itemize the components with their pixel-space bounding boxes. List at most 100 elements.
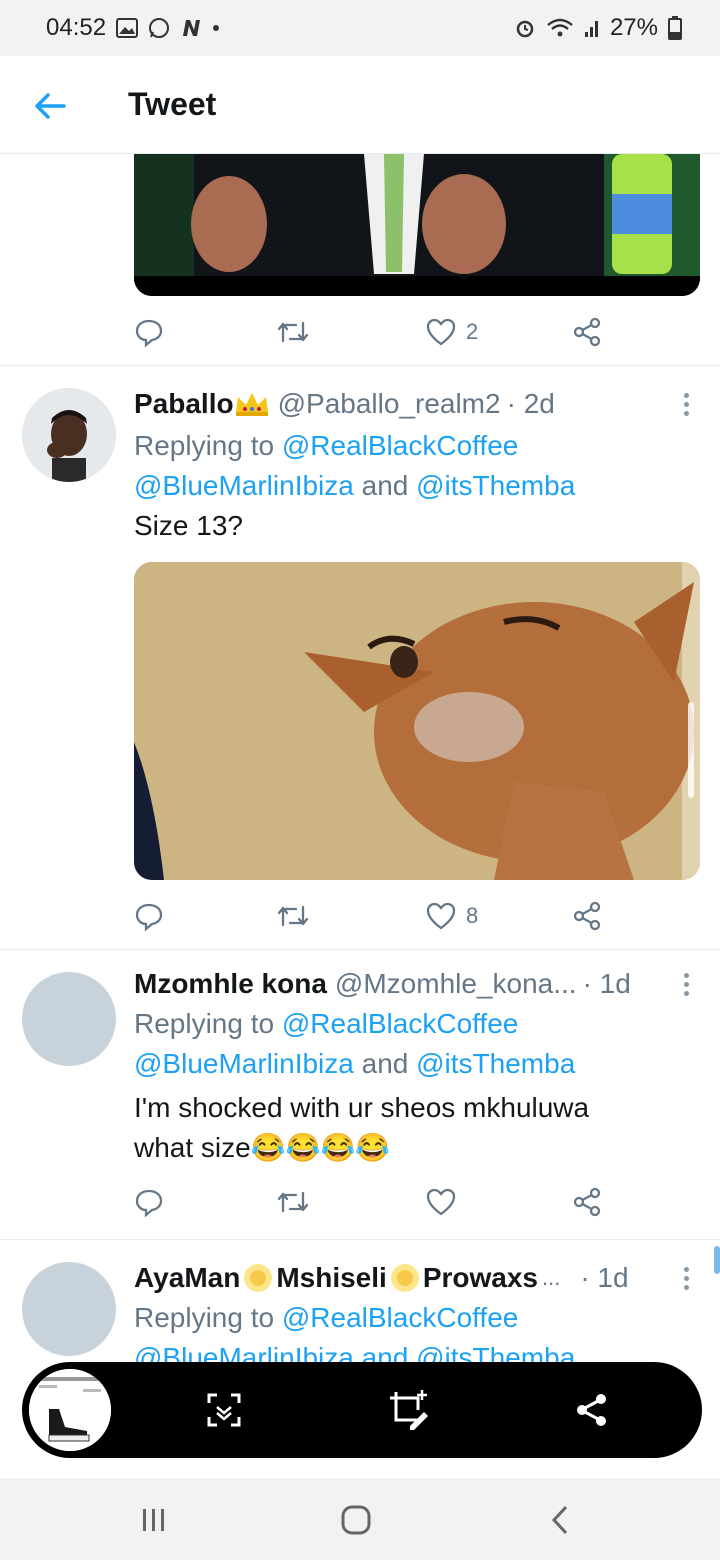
nav-back-icon xyxy=(551,1505,568,1535)
retweet-button[interactable] xyxy=(276,312,310,352)
tweet-text-line: what size xyxy=(134,1132,251,1163)
battery-percent: 27% xyxy=(609,14,658,41)
tweet-actions: 2 xyxy=(134,312,614,352)
mention-link[interactable]: @itsThemba xyxy=(416,1048,575,1079)
tweet-time: · 2d xyxy=(506,388,555,419)
whatsapp-notification-icon xyxy=(148,17,170,39)
tweet-item[interactable]: Mzomhle kona @Mzomhle_kona... · 1d Reply… xyxy=(0,950,720,1240)
mention-link[interactable]: @itsThemba xyxy=(416,470,575,501)
display-name[interactable]: AyaMan xyxy=(134,1262,240,1294)
display-name-part[interactable]: Mshiseli xyxy=(276,1262,386,1294)
mention-link[interactable]: @BlueMarlinIbiza xyxy=(134,1048,354,1079)
and-text: and xyxy=(353,1048,417,1079)
tweet-header: AyaMan Mshiseli Prowaxs ... · 1d xyxy=(134,1260,698,1296)
mention-link[interactable]: @BlueMarlinIbiza xyxy=(134,470,354,501)
mention-link[interactable]: @RealBlackCoffee xyxy=(282,1008,518,1039)
heart-icon xyxy=(426,318,456,346)
home-button[interactable] xyxy=(336,1500,376,1540)
retweet-button[interactable] xyxy=(276,896,310,936)
display-name-part[interactable]: Prowaxs xyxy=(423,1262,538,1294)
status-bar: 04:52 27% xyxy=(0,0,720,56)
avatar[interactable] xyxy=(22,388,116,482)
chihuahua-photo xyxy=(134,562,700,880)
like-count: 2 xyxy=(466,319,479,344)
scroll-capture-icon xyxy=(207,1393,241,1427)
crop-edit-icon xyxy=(390,1390,428,1430)
back-button[interactable] xyxy=(28,84,72,128)
user-handle[interactable]: @Mzomhle_kona... xyxy=(335,968,577,1000)
screenshot-toolbar xyxy=(22,1362,702,1458)
avatar[interactable] xyxy=(22,1262,116,1356)
tweet-actions xyxy=(134,1182,614,1222)
reply-button[interactable] xyxy=(134,312,164,352)
gallery-notification-icon xyxy=(116,18,139,38)
app-header: Tweet xyxy=(0,56,720,154)
tweet-feed[interactable]: 2 Paballo @Paballo_realm2 · 2d Replying … xyxy=(0,154,720,1478)
crop-edit-button[interactable] xyxy=(388,1390,428,1430)
retweet-icon xyxy=(277,905,309,927)
tweet-item[interactable]: 2 xyxy=(0,154,720,366)
retweet-icon xyxy=(277,321,309,343)
arrow-left-icon xyxy=(35,93,66,119)
reply-icon xyxy=(135,903,163,931)
more-vertical-icon[interactable] xyxy=(674,1260,698,1296)
like-button[interactable]: 8 xyxy=(426,896,478,936)
share-screenshot-button[interactable] xyxy=(572,1390,612,1430)
share-icon xyxy=(573,901,601,931)
page-title: Tweet xyxy=(128,86,217,122)
tweet-item[interactable]: Paballo @Paballo_realm2 · 2d Replying to… xyxy=(0,366,720,950)
tweet-text: Size 13? xyxy=(134,510,243,541)
recents-button[interactable] xyxy=(134,1500,174,1540)
nav-back-button[interactable] xyxy=(540,1500,580,1540)
tweet-header: Paballo @Paballo_realm2 · 2d xyxy=(134,386,698,422)
mention-link[interactable]: @RealBlackCoffee xyxy=(282,430,518,461)
reply-button[interactable] xyxy=(134,896,164,936)
heart-icon xyxy=(426,1188,456,1216)
and-text: and xyxy=(353,470,417,501)
share-icon xyxy=(577,1394,606,1426)
suit-hands-photo xyxy=(134,154,700,296)
like-button[interactable]: 2 xyxy=(426,312,478,352)
news-notification-icon xyxy=(180,18,202,38)
mention-link[interactable]: @RealBlackCoffee xyxy=(282,1302,518,1333)
replying-prefix: Replying to xyxy=(134,1008,282,1039)
alarm-icon xyxy=(514,17,536,39)
reply-button[interactable] xyxy=(134,1182,164,1222)
tweet-header: Mzomhle kona @Mzomhle_kona... · 1d xyxy=(134,966,698,1002)
tweet-text: I'm shocked with ur sheos mkhuluwa what … xyxy=(134,1088,698,1168)
recents-icon xyxy=(143,1509,164,1531)
avatar[interactable] xyxy=(22,972,116,1066)
replying-to: Replying to @RealBlackCoffee @BlueMarlin… xyxy=(134,426,698,506)
scrollbar[interactable] xyxy=(714,1246,720,1274)
sun-emoji-icon xyxy=(389,1262,421,1294)
like-button[interactable] xyxy=(426,1182,456,1222)
replying-prefix: Replying to xyxy=(134,430,282,461)
more-vertical-icon[interactable] xyxy=(674,966,698,1002)
tweet-image[interactable] xyxy=(134,562,700,880)
reply-icon xyxy=(135,1189,163,1217)
share-button[interactable] xyxy=(572,896,602,936)
like-count: 8 xyxy=(466,903,479,928)
more-vertical-icon[interactable] xyxy=(674,386,698,422)
share-icon xyxy=(573,317,601,347)
screenshot-thumbnail[interactable] xyxy=(26,1366,114,1454)
scroll-capture-button[interactable] xyxy=(204,1390,244,1430)
share-icon xyxy=(573,1187,601,1217)
display-name[interactable]: Paballo xyxy=(134,388,234,420)
sun-emoji-icon xyxy=(242,1262,274,1294)
tweet-time: · 1d xyxy=(582,968,631,999)
retweet-button[interactable] xyxy=(276,1182,310,1222)
replying-prefix: Replying to xyxy=(134,1302,282,1333)
replying-to: Replying to @RealBlackCoffee @BlueMarlin… xyxy=(134,1004,698,1084)
tweet-image[interactable] xyxy=(134,154,700,296)
share-button[interactable] xyxy=(572,1182,602,1222)
status-time: 04:52 xyxy=(46,14,107,41)
name-ellipsis: ... xyxy=(541,1265,561,1290)
display-name[interactable]: Mzomhle kona xyxy=(134,968,327,1000)
laughing-emoji-icon: 😂😂😂😂 xyxy=(250,1132,391,1163)
user-handle[interactable]: @Paballo_realm2 xyxy=(278,388,501,420)
signal-icon xyxy=(584,18,600,38)
share-button[interactable] xyxy=(572,312,602,352)
tweet-time: · 1d xyxy=(580,1262,629,1293)
system-nav-bar xyxy=(0,1478,720,1560)
